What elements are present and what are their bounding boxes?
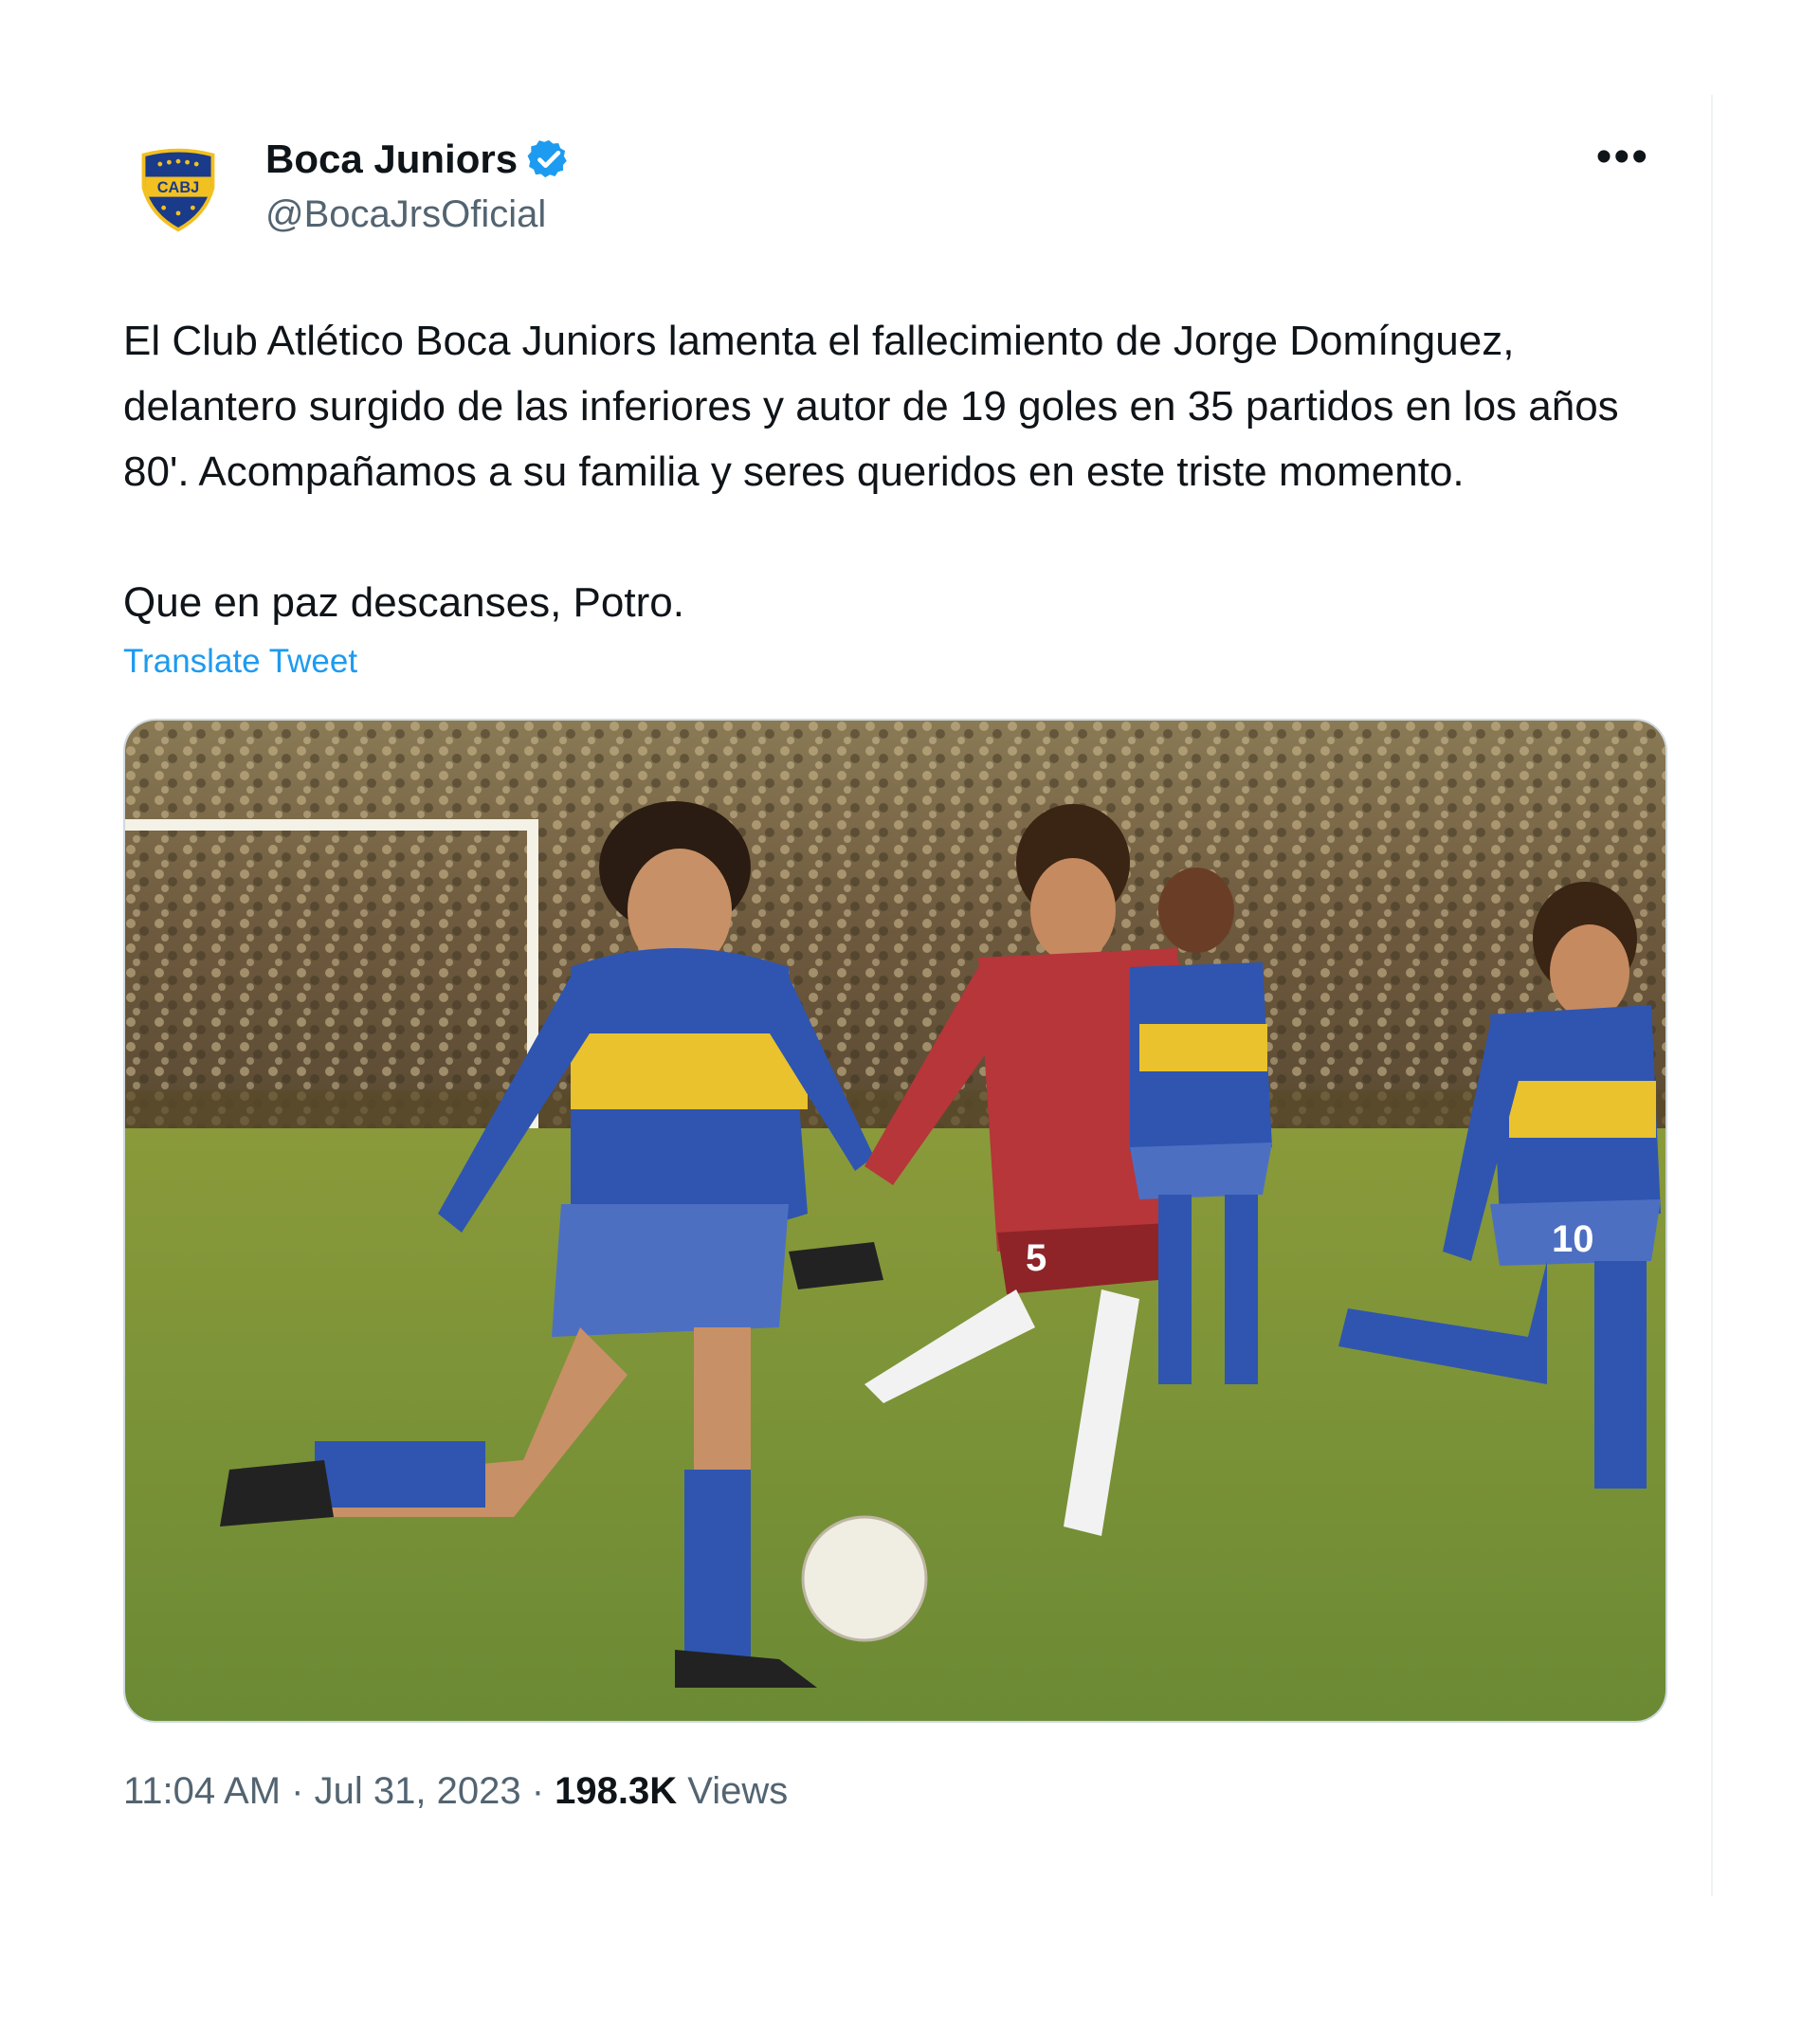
red-player-number: 5	[1026, 1237, 1046, 1279]
tweet-header: CABJ Boca Juniors @BocaJrsOficial •••	[123, 123, 1668, 256]
views-label[interactable]: Views	[687, 1770, 788, 1812]
boca-crest-icon: CABJ	[141, 148, 215, 232]
verified-badge-icon[interactable]	[527, 137, 571, 181]
author-handle[interactable]: @BocaJrsOficial	[265, 188, 571, 241]
tweet-photo[interactable]: 5 10	[123, 719, 1667, 1723]
tweet-text: El Club Atlético Boca Juniors lamenta el…	[123, 308, 1668, 635]
tweet-text-paragraph-2: Que en paz descanses, Potro.	[123, 579, 684, 626]
tweet-time[interactable]: 11:04 AM	[123, 1770, 281, 1812]
right-player-number: 10	[1552, 1218, 1594, 1260]
avatar[interactable]: CABJ	[133, 142, 224, 233]
translate-tweet-link[interactable]: Translate Tweet	[123, 643, 357, 681]
author-display-name-row[interactable]: Boca Juniors	[265, 133, 571, 186]
author-names: Boca Juniors @BocaJrsOficial	[265, 133, 571, 241]
meta-separator: ·	[291, 1770, 304, 1812]
tweet-meta: 11:04 AM · Jul 31, 2023 · 198.3K Views	[123, 1770, 1668, 1813]
meta-separator: ·	[531, 1770, 545, 1812]
tweet-card: CABJ Boca Juniors @BocaJrsOficial ••• El…	[123, 123, 1668, 1813]
views-count[interactable]: 198.3K	[555, 1770, 677, 1812]
soccer-ball	[801, 1515, 928, 1642]
tweet-text-paragraph-1: El Club Atlético Boca Juniors lamenta el…	[123, 318, 1619, 495]
timeline-divider	[1711, 95, 1713, 1896]
more-options-icon[interactable]: •••	[1596, 135, 1649, 180]
tweet-date[interactable]: Jul 31, 2023	[315, 1770, 521, 1812]
author-display-name[interactable]: Boca Juniors	[265, 133, 518, 186]
photo-soccer-match: 5 10	[125, 721, 1665, 1721]
avatar-crest-text: CABJ	[157, 179, 199, 196]
